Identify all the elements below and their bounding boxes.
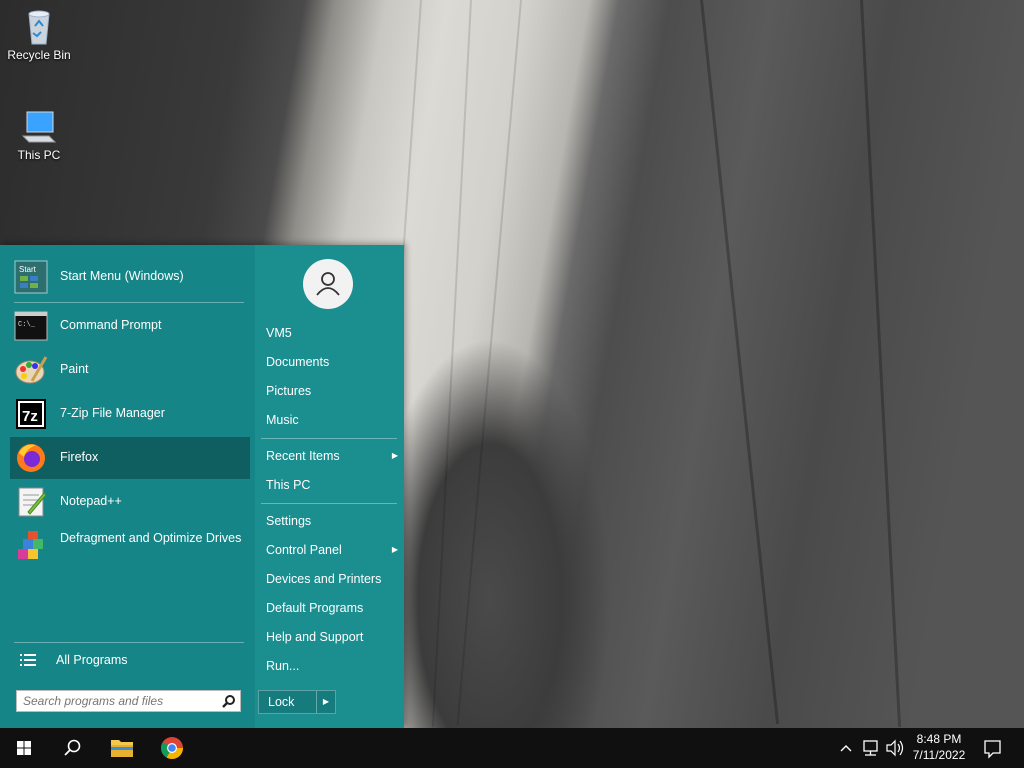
volume-button[interactable] [884, 728, 906, 768]
program-label: Notepad++ [60, 494, 122, 508]
lock-options-arrow-icon[interactable]: ▶ [317, 691, 335, 713]
desktop-icon-recycle-bin[interactable]: Recycle Bin [3, 6, 75, 62]
notepad-plus-plus-icon [14, 485, 48, 519]
separator [14, 302, 244, 303]
place-default-programs[interactable]: Default Programs [266, 596, 398, 620]
place-vm5[interactable]: VM5 [266, 321, 398, 345]
place-documents[interactable]: Documents [266, 350, 398, 374]
place-label: Settings [266, 514, 312, 528]
lock-button-group: Lock ▶ [258, 690, 336, 714]
place-help-and-support[interactable]: Help and Support [266, 625, 398, 649]
rock-texture [700, 0, 780, 725]
taskbar-file-explorer[interactable] [98, 728, 146, 768]
place-label: Help and Support [266, 630, 364, 644]
place-control-panel[interactable]: Control Panel ▶ [266, 538, 398, 562]
search-icon[interactable] [222, 694, 236, 708]
start-menu-places-column: VM5 Documents Pictures Music Recent Item… [255, 245, 404, 728]
taskbar: 8:48 PM 7/11/2022 [0, 728, 1024, 768]
volume-icon [886, 739, 904, 757]
program-start-menu-windows[interactable]: Start Start Menu (Windows) [10, 256, 250, 298]
start-menu-icon: Start [14, 260, 48, 294]
desktop-icon-label: This PC [17, 148, 61, 162]
place-label: Pictures [266, 384, 312, 398]
firefox-icon [14, 441, 48, 475]
list-icon [20, 653, 36, 667]
chevron-up-icon [840, 745, 852, 752]
place-label: Run... [266, 659, 300, 673]
network-button[interactable] [860, 728, 882, 768]
place-run[interactable]: Run... [266, 654, 398, 678]
program-label: Start Menu (Windows) [60, 269, 184, 283]
desktop-icon-this-pc[interactable]: This PC [3, 106, 75, 162]
network-icon [863, 740, 878, 756]
clock[interactable]: 8:48 PM 7/11/2022 [908, 731, 970, 765]
this-pc-icon [19, 106, 59, 146]
program-label: Command Prompt [60, 318, 162, 332]
rock-texture [860, 0, 902, 728]
defragment-icon [14, 529, 48, 563]
place-recent-items[interactable]: Recent Items ▶ [266, 444, 398, 468]
lock-button[interactable]: Lock [259, 691, 316, 713]
place-settings[interactable]: Settings [266, 509, 398, 533]
place-devices-and-printers[interactable]: Devices and Printers [266, 567, 398, 591]
place-label: Devices and Printers [266, 572, 382, 586]
user-icon [316, 272, 340, 296]
submenu-arrow-icon: ▶ [391, 545, 398, 554]
action-center-button[interactable] [976, 728, 1008, 768]
program-label: 7-Zip File Manager [60, 406, 165, 420]
all-programs-button[interactable]: All Programs [10, 645, 250, 675]
windows-logo-icon [17, 741, 31, 755]
search-box[interactable] [16, 690, 241, 712]
program-defragment[interactable]: Defragment and Optimize Drives [10, 525, 250, 567]
search-input[interactable] [23, 694, 213, 708]
svg-text:7z: 7z [22, 408, 38, 425]
rock-texture [456, 0, 522, 726]
svg-text:C:\_: C:\_ [18, 321, 36, 329]
program-label: Defragment and Optimize Drives [60, 531, 242, 545]
place-music[interactable]: Music [266, 408, 398, 432]
all-programs-label: All Programs [56, 653, 128, 667]
separator [261, 438, 397, 439]
command-prompt-icon: C:\_ [14, 309, 48, 343]
separator [261, 503, 397, 504]
start-menu: Start Start Menu (Windows) C:\_ Command … [0, 245, 404, 728]
program-notepad-plus-plus[interactable]: Notepad++ [10, 481, 250, 523]
program-7zip[interactable]: 7z 7-Zip File Manager [10, 393, 250, 435]
user-avatar[interactable] [303, 259, 353, 309]
recycle-bin-icon [19, 6, 59, 46]
start-menu-programs-column: Start Start Menu (Windows) C:\_ Command … [0, 245, 255, 728]
taskbar-search-button[interactable] [48, 728, 96, 768]
place-label: Default Programs [266, 601, 364, 615]
place-pictures[interactable]: Pictures [266, 379, 398, 403]
search-icon [64, 739, 81, 756]
program-paint[interactable]: Paint [10, 349, 250, 391]
clock-date: 7/11/2022 [912, 748, 966, 762]
submenu-arrow-icon: ▶ [391, 451, 398, 460]
place-label: This PC [266, 478, 311, 492]
start-button[interactable] [0, 728, 48, 768]
clock-time: 8:48 PM [916, 732, 962, 746]
separator [14, 642, 244, 643]
taskbar-chrome[interactable] [148, 728, 196, 768]
program-label: Paint [60, 362, 89, 376]
program-firefox[interactable]: Firefox [10, 437, 250, 479]
program-label: Firefox [60, 450, 99, 464]
chrome-icon [161, 737, 183, 759]
desktop-icon-label: Recycle Bin [7, 48, 71, 62]
place-label: Recent Items [266, 449, 340, 463]
svg-text:Start: Start [19, 265, 37, 274]
file-explorer-icon [111, 740, 133, 757]
place-label: Control Panel [266, 543, 342, 557]
place-this-pc[interactable]: This PC [266, 473, 398, 497]
paint-icon [14, 353, 48, 387]
place-label: Documents [266, 355, 330, 369]
7zip-icon: 7z [14, 397, 48, 431]
program-command-prompt[interactable]: C:\_ Command Prompt [10, 305, 250, 347]
show-hidden-icons-button[interactable] [836, 728, 856, 768]
place-label: VM5 [266, 326, 292, 340]
notifications-icon [984, 740, 1001, 759]
place-label: Music [266, 413, 299, 427]
